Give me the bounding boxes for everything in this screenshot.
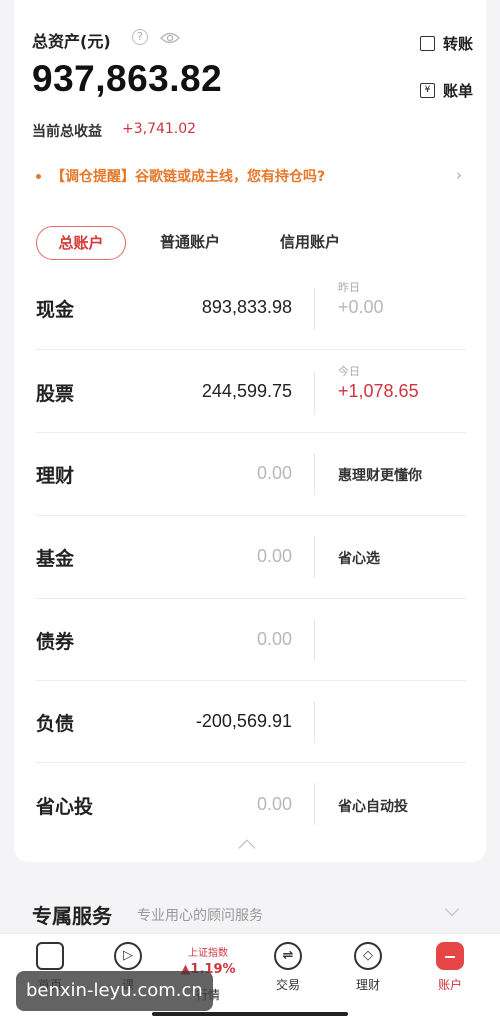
- cash-yesterday-change: +0.00: [338, 297, 384, 317]
- nav-trade[interactable]: ⇌ 交易: [258, 942, 318, 993]
- debt-value: -200,569.91: [195, 711, 292, 731]
- fund-row[interactable]: 基金 0.00 省心选: [14, 516, 486, 598]
- divider: [314, 372, 315, 414]
- trade-icon: ⇌: [274, 942, 302, 970]
- auto-invest-promo-link[interactable]: 省心自动投: [338, 796, 408, 816]
- total-assets-title: 总资产(元): [32, 32, 111, 51]
- rebalance-notice[interactable]: 【调仓提醒】谷歌链或成主线，您有持仓吗?: [36, 166, 325, 186]
- nav-account-label: 账户: [437, 978, 462, 992]
- total-income-label: 当前总收益: [32, 124, 102, 140]
- total-assets-value: 937,863.82: [32, 58, 223, 99]
- bond-value: 0.00: [256, 629, 292, 649]
- cash-yesterday-label: 昨日: [338, 281, 360, 294]
- cash-row[interactable]: 现金 893,833.98 昨日 +0.00: [14, 268, 486, 350]
- fund-value: 0.00: [256, 546, 292, 566]
- bond-row[interactable]: 债券 0.00: [14, 599, 486, 681]
- wealth-icon: ◇: [354, 942, 382, 970]
- service-subtitle: 专业用心的顾问服务: [137, 908, 263, 924]
- debt-label: 负债: [36, 713, 75, 735]
- transfer-button[interactable]: 转账: [420, 33, 473, 54]
- notice-text: 【调仓提醒】谷歌链或成主线，您有持仓吗?: [51, 169, 326, 185]
- tab-total-account[interactable]: 总账户: [36, 226, 126, 260]
- divider: [314, 536, 315, 578]
- bond-label: 债券: [36, 631, 75, 653]
- index-name: 上证指数: [188, 948, 228, 959]
- cash-value: 893,833.98: [201, 297, 292, 317]
- fund-promo-link[interactable]: 省心选: [338, 548, 380, 568]
- service-title: 专属服务: [32, 904, 112, 928]
- wealth-label: 理财: [36, 465, 75, 487]
- auto-invest-row[interactable]: 省心投 0.00 省心自动投: [14, 763, 486, 845]
- cash-label: 现金: [36, 299, 75, 321]
- bill-label: 账单: [443, 82, 474, 100]
- transfer-label: 转账: [443, 35, 474, 53]
- divider: [314, 701, 315, 743]
- auto-invest-label: 省心投: [36, 796, 94, 818]
- stock-today-label: 今日: [338, 365, 360, 378]
- question-circle-icon[interactable]: ?: [132, 29, 148, 45]
- nav-trade-label: 交易: [275, 978, 300, 992]
- watermark: benxin-leyu.com.cn: [16, 971, 213, 1011]
- stock-value: 244,599.75: [201, 381, 292, 401]
- stock-row[interactable]: 股票 244,599.75 今日 +1,078.65: [14, 350, 486, 432]
- transfer-icon: [420, 36, 435, 51]
- nav-wealth-label: 理财: [355, 978, 380, 992]
- fund-label: 基金: [36, 548, 75, 570]
- divider: [314, 783, 315, 825]
- stock-today-change: +1,078.65: [338, 381, 419, 401]
- bill-button[interactable]: ¥ 账单: [420, 80, 473, 101]
- nav-account[interactable]: 账户: [420, 942, 480, 993]
- wealth-promo-link[interactable]: 惠理财更懂你: [338, 465, 422, 485]
- stock-label: 股票: [36, 383, 75, 405]
- wealth-row[interactable]: 理财 0.00 惠理财更懂你: [14, 433, 486, 515]
- account-icon: [436, 942, 464, 970]
- tab-credit-account[interactable]: 信用账户: [270, 226, 350, 260]
- home-icon: [36, 942, 64, 970]
- bill-icon: ¥: [420, 83, 435, 98]
- total-income-value: +3,741.02: [122, 121, 197, 137]
- chevron-down-icon[interactable]: [444, 901, 460, 917]
- play-icon: ▷: [114, 942, 142, 970]
- home-indicator[interactable]: [152, 1012, 348, 1016]
- divider: [314, 619, 315, 661]
- eye-icon[interactable]: [160, 32, 180, 44]
- tab-normal-account[interactable]: 普通账户: [150, 226, 230, 260]
- divider: [314, 453, 315, 495]
- debt-row[interactable]: 负债 -200,569.91: [14, 681, 486, 763]
- nav-wealth[interactable]: ◇ 理财: [338, 942, 398, 993]
- wealth-value: 0.00: [256, 463, 292, 483]
- divider: [314, 288, 315, 330]
- auto-invest-value: 0.00: [256, 794, 292, 814]
- chevron-right-icon[interactable]: ›: [456, 166, 462, 184]
- notice-dot-icon: [36, 173, 41, 179]
